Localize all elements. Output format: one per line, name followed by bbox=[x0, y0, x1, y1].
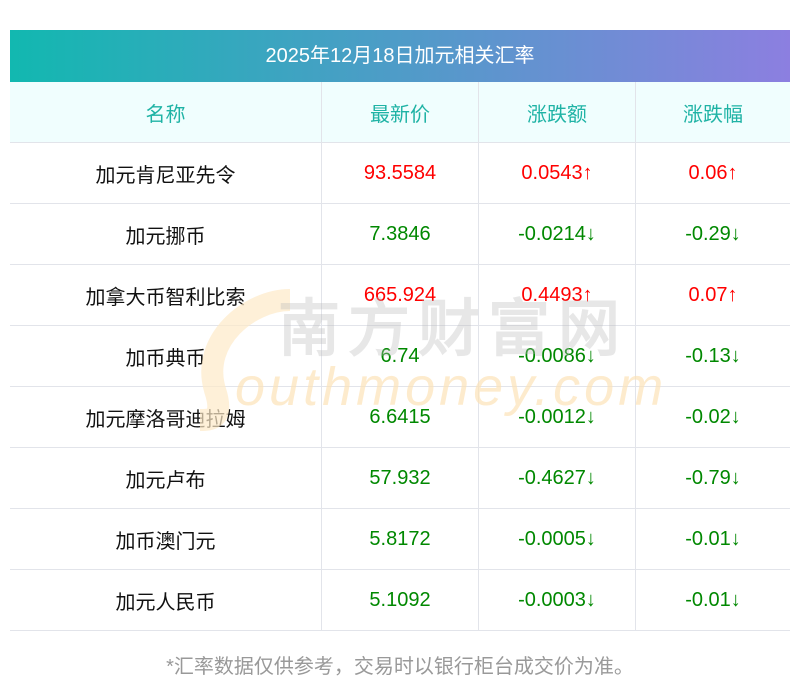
change-amount: 0.0543↑ bbox=[478, 142, 636, 204]
change-percent: -0.29↓ bbox=[635, 203, 790, 265]
currency-name: 加拿大币智利比索 bbox=[10, 264, 322, 326]
latest-price: 6.74 bbox=[321, 325, 479, 387]
change-percent: -0.02↓ bbox=[635, 386, 790, 448]
change-percent: -0.79↓ bbox=[635, 447, 790, 509]
table-row: 加元人民币 5.1092 -0.0003↓ -0.01↓ bbox=[10, 569, 790, 631]
column-header-change: 涨跌额 bbox=[478, 82, 636, 143]
change-amount: -0.0086↓ bbox=[478, 325, 636, 387]
change-amount: -0.4627↓ bbox=[478, 447, 636, 509]
currency-name: 加元人民币 bbox=[10, 569, 322, 631]
table-row: 加元肯尼亚先令 93.5584 0.0543↑ 0.06↑ bbox=[10, 142, 790, 204]
table-row: 加币澳门元 5.8172 -0.0005↓ -0.01↓ bbox=[10, 508, 790, 570]
currency-name: 加元卢布 bbox=[10, 447, 322, 509]
change-amount: -0.0214↓ bbox=[478, 203, 636, 265]
latest-price: 7.3846 bbox=[321, 203, 479, 265]
table-row: 加币典币 6.74 -0.0086↓ -0.13↓ bbox=[10, 325, 790, 387]
exchange-rate-table: 名称 最新价 涨跌额 涨跌幅 加元肯尼亚先令 93.5584 0.0543↑ 0.06… bbox=[10, 82, 790, 631]
change-percent: -0.01↓ bbox=[635, 508, 790, 570]
change-percent: 0.06↑ bbox=[635, 142, 790, 204]
currency-name: 加元肯尼亚先令 bbox=[10, 142, 322, 204]
table-row: 加拿大币智利比索 665.924 0.4493↑ 0.07↑ bbox=[10, 264, 790, 326]
currency-name: 加元摩洛哥迪拉姆 bbox=[10, 386, 322, 448]
exchange-rate-table-card: 2025年12月18日加元相关汇率 名称 最新价 涨跌额 涨跌幅 加元肯尼亚先令… bbox=[10, 30, 790, 631]
change-percent: -0.01↓ bbox=[635, 569, 790, 631]
disclaimer-footer: *汇率数据仅供参考，交易时以银行柜台成交价为准。 bbox=[166, 656, 634, 678]
change-percent: 0.07↑ bbox=[635, 264, 790, 326]
change-amount: -0.0012↓ bbox=[478, 386, 636, 448]
change-amount: -0.0005↓ bbox=[478, 508, 636, 570]
column-header-percent: 涨跌幅 bbox=[635, 82, 790, 143]
table-title: 2025年12月18日加元相关汇率 bbox=[10, 30, 790, 82]
latest-price: 665.924 bbox=[321, 264, 479, 326]
table-header-row: 名称 最新价 涨跌额 涨跌幅 bbox=[10, 82, 790, 143]
change-amount: -0.0003↓ bbox=[478, 569, 636, 631]
currency-name: 加元挪币 bbox=[10, 203, 322, 265]
currency-name: 加币澳门元 bbox=[10, 508, 322, 570]
latest-price: 93.5584 bbox=[321, 142, 479, 204]
latest-price: 5.1092 bbox=[321, 569, 479, 631]
column-header-price: 最新价 bbox=[321, 82, 479, 143]
column-header-name: 名称 bbox=[10, 82, 322, 143]
change-amount: 0.4493↑ bbox=[478, 264, 636, 326]
currency-name: 加币典币 bbox=[10, 325, 322, 387]
latest-price: 57.932 bbox=[321, 447, 479, 509]
table-row: 加元摩洛哥迪拉姆 6.6415 -0.0012↓ -0.02↓ bbox=[10, 386, 790, 448]
latest-price: 5.8172 bbox=[321, 508, 479, 570]
table-row: 加元挪币 7.3846 -0.0214↓ -0.29↓ bbox=[10, 203, 790, 265]
change-percent: -0.13↓ bbox=[635, 325, 790, 387]
latest-price: 6.6415 bbox=[321, 386, 479, 448]
table-row: 加元卢布 57.932 -0.4627↓ -0.79↓ bbox=[10, 447, 790, 509]
